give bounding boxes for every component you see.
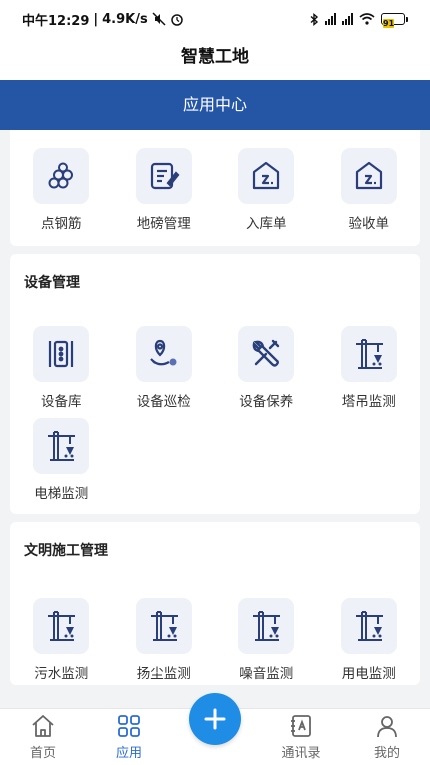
civilized-grid: 污水监测 扬尘监测 噪音监测 用电监测 <box>10 580 420 685</box>
tab-apps-label: 应用 <box>115 746 142 761</box>
user-icon <box>377 716 397 738</box>
signal-2-icon <box>342 13 353 25</box>
status-bar: 中午12:29 | 4.9K/s 91 <box>0 0 430 38</box>
tower-crane-icon <box>33 418 90 474</box>
tower-crane-icon <box>135 598 192 654</box>
app-label: 地磅管理 <box>136 216 191 232</box>
app-label: 电梯监测 <box>34 486 89 502</box>
app-warehouse-in[interactable]: 入库单 <box>215 148 318 232</box>
plus-icon <box>204 708 226 730</box>
app-dust-monitor[interactable]: 扬尘监测 <box>113 598 216 682</box>
wifi-icon <box>359 13 375 25</box>
tower-crane-icon <box>340 326 397 382</box>
app-weighbridge[interactable]: 地磅管理 <box>113 148 216 232</box>
app-equipment-library[interactable]: 设备库 <box>10 326 113 410</box>
acceptance-icon <box>340 148 397 204</box>
quick-apps-grid: 点钢筋 地磅管理 入库单 验收单 <box>10 148 420 240</box>
bluetooth-icon <box>310 12 319 26</box>
page-title: 智慧工地 <box>0 38 430 80</box>
status-net-speed: 4.9K/s <box>102 11 148 27</box>
status-divider: | <box>93 11 99 27</box>
contacts-book-icon <box>291 715 311 737</box>
app-tower-crane-monitor[interactable]: 塔吊监测 <box>318 326 421 410</box>
maintenance-tools-icon <box>238 326 295 382</box>
tower-crane-icon <box>33 598 90 654</box>
app-label: 塔吊监测 <box>341 394 396 410</box>
weighbridge-icon <box>135 148 192 204</box>
add-button[interactable] <box>189 693 241 745</box>
signal-1-icon <box>325 13 336 25</box>
tab-home[interactable]: 首页 <box>0 709 86 765</box>
app-equipment-inspection[interactable]: 设备巡检 <box>113 326 216 410</box>
battery-level: 91 <box>383 19 395 28</box>
tab-home-label: 首页 <box>29 746 56 761</box>
app-label: 污水监测 <box>34 666 89 682</box>
app-power-monitor[interactable]: 用电监测 <box>318 598 421 682</box>
app-acceptance[interactable]: 验收单 <box>318 148 421 232</box>
equipment-section-title: 设备管理 <box>24 275 80 291</box>
bottom-tab-bar: 首页 应用 通讯录 我的 <box>0 693 430 765</box>
app-label: 扬尘监测 <box>136 666 191 682</box>
app-label: 点钢筋 <box>41 216 82 232</box>
alarm-icon <box>170 14 183 26</box>
tab-center-slot <box>172 693 258 765</box>
app-label: 设备保养 <box>239 394 294 410</box>
battery-icon: 91 <box>381 13 408 28</box>
mute-icon <box>152 12 166 26</box>
status-left: 中午12:29 | 4.9K/s <box>22 10 184 29</box>
app-label: 噪音监测 <box>239 666 294 682</box>
warehouse-in-icon <box>238 148 295 204</box>
equipment-card: 设备管理 设备库 设备巡检 设备保养 塔吊监测 电梯监测 <box>10 254 420 514</box>
app-label: 入库单 <box>246 216 287 232</box>
civilized-construction-card: 文明施工管理 污水监测 扬尘监测 噪音监测 用电监测 <box>10 522 420 685</box>
status-time: 中午12:29 <box>22 13 90 29</box>
status-right: 91 <box>309 12 408 28</box>
app-center-banner: 应用中心 <box>0 80 430 130</box>
app-rebar-count[interactable]: 点钢筋 <box>10 148 113 232</box>
app-equipment-maintenance[interactable]: 设备保养 <box>215 326 318 410</box>
app-label: 设备巡检 <box>136 394 191 410</box>
app-label: 验收单 <box>348 216 390 232</box>
rebar-icon <box>33 148 90 204</box>
civilized-section-title: 文明施工管理 <box>24 543 108 559</box>
app-elevator-monitor[interactable]: 电梯监测 <box>10 418 113 502</box>
tab-mine-label: 我的 <box>373 746 400 761</box>
tab-mine[interactable]: 我的 <box>344 709 430 765</box>
tower-crane-icon <box>340 598 397 654</box>
app-label: 设备库 <box>41 394 82 410</box>
tab-contacts[interactable]: 通讯录 <box>258 709 344 765</box>
app-sewage-monitor[interactable]: 污水监测 <box>10 598 113 682</box>
home-icon <box>32 715 54 737</box>
tab-apps[interactable]: 应用 <box>86 709 172 765</box>
inspection-route-icon <box>135 326 192 382</box>
equipment-library-icon <box>33 326 90 382</box>
app-noise-monitor[interactable]: 噪音监测 <box>215 598 318 682</box>
app-label: 用电监测 <box>341 666 396 682</box>
tower-crane-icon <box>238 598 295 654</box>
tab-contacts-label: 通讯录 <box>281 746 321 761</box>
equipment-grid: 设备库 设备巡检 设备保养 塔吊监测 电梯监测 <box>10 312 420 510</box>
grid-apps-icon <box>118 715 140 737</box>
quick-apps-card: 点钢筋 地磅管理 入库单 验收单 <box>10 130 420 246</box>
